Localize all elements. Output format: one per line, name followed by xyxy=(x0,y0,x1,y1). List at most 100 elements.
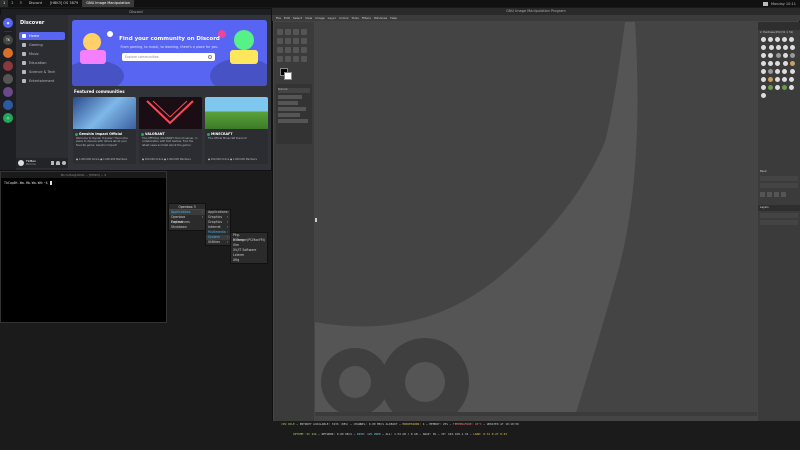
gimp-titlebar[interactable]: GNU Image Manipulation Program xyxy=(272,8,800,15)
transform-icon[interactable] xyxy=(277,38,283,44)
task-gimp[interactable]: GNU Image Manipulation xyxy=(82,0,134,7)
server-icon-3[interactable] xyxy=(3,61,13,71)
nav-gaming[interactable]: Gaming xyxy=(19,41,65,49)
layer-mode-dropdown[interactable] xyxy=(760,213,798,218)
brush-spacing-slider[interactable] xyxy=(760,176,798,181)
zoom-icon[interactable] xyxy=(301,56,307,62)
headphones-icon[interactable] xyxy=(56,161,60,165)
paintbrush-icon[interactable] xyxy=(293,47,299,53)
fuzzy-select-icon[interactable] xyxy=(293,38,299,44)
server-icon-2[interactable] xyxy=(3,48,13,58)
menu-tools[interactable]: Tools xyxy=(351,16,358,20)
discord-home-icon[interactable]: ◉ xyxy=(3,18,13,28)
nav-music[interactable]: Music xyxy=(19,50,65,58)
brush-grid[interactable] xyxy=(758,35,800,101)
menu-edit[interactable]: Edit xyxy=(284,16,290,20)
community-card-genshin[interactable]: Genshin Impact Official Welcome to Teyva… xyxy=(73,97,136,164)
nav-entertainment[interactable]: Entertainment xyxy=(19,77,65,85)
education-icon xyxy=(22,61,26,65)
canvas-resize-handle[interactable] xyxy=(315,218,317,222)
gimp-canvas[interactable] xyxy=(315,22,757,416)
option-row[interactable] xyxy=(278,107,306,111)
avatar[interactable] xyxy=(18,160,24,166)
terminal-window[interactable]: MicroHal@4000 ~ [MHK3] ~ $ TkCopBt-Wa-Hb… xyxy=(0,171,167,323)
option-row[interactable] xyxy=(278,101,298,105)
layers-tab[interactable]: Layers xyxy=(758,205,800,211)
explore-servers-icon[interactable]: ◎ xyxy=(3,113,13,123)
dodge-icon[interactable] xyxy=(293,56,299,62)
system-status-line-2: UPTIME: 5h 22m ~ NETWORK: 0.00 KB/S ~ DI… xyxy=(0,431,800,438)
user-panel: TkMan Online xyxy=(16,158,68,168)
color-swatches[interactable] xyxy=(280,68,308,80)
workspace-2[interactable]: 2 xyxy=(8,0,16,7)
menu-select[interactable]: Select xyxy=(293,16,302,20)
user-status: Online xyxy=(26,162,36,166)
server-icon-4[interactable] xyxy=(3,74,13,84)
card-banner xyxy=(139,97,202,129)
menu-view[interactable]: View xyxy=(305,16,312,20)
text-tool-icon[interactable] xyxy=(277,47,283,53)
openbox-root-menu: Openbox 3 Applications › Openbox Preferen… xyxy=(168,203,206,231)
menu-image[interactable]: Image xyxy=(315,16,324,20)
duplicate-brush-icon[interactable] xyxy=(774,192,779,197)
menu-colors[interactable]: Colors xyxy=(339,16,348,20)
warp-icon[interactable] xyxy=(285,38,291,44)
home-icon xyxy=(22,34,26,38)
tray: Monday 10:11 xyxy=(762,1,800,6)
workspace-3[interactable]: 3 xyxy=(16,0,24,7)
community-card-minecraft[interactable]: MINECRAFT The official Minecraft Discord… xyxy=(205,97,268,164)
menu-filters[interactable]: Filters xyxy=(362,16,371,20)
explore-search-input[interactable]: Explore communities xyxy=(122,53,215,61)
mic-icon[interactable] xyxy=(51,161,54,165)
brush-category[interactable]: Basic xyxy=(758,169,800,174)
system-item[interactable]: Xfig xyxy=(231,258,267,263)
smudge-icon[interactable] xyxy=(285,56,291,62)
menu-windows[interactable]: Windows xyxy=(374,16,387,20)
rect-select-icon[interactable] xyxy=(285,29,291,35)
dock-tabs[interactable] xyxy=(758,22,800,30)
nav-education[interactable]: Education xyxy=(19,59,65,67)
mode-dropdown[interactable]: Normal xyxy=(278,88,310,93)
menu-item-shutdown[interactable]: Shutdown xyxy=(169,225,205,230)
move-tool-icon[interactable] xyxy=(277,29,283,35)
new-brush-icon[interactable] xyxy=(767,192,772,197)
delete-brush-icon[interactable] xyxy=(781,192,786,197)
opacity-slider[interactable] xyxy=(760,220,798,225)
eraser-icon[interactable] xyxy=(301,47,307,53)
gimp-dock: 2. Hardness 050 (51 × 51) Basic Layers xyxy=(758,22,800,422)
menu-help[interactable]: Help xyxy=(390,16,397,20)
submenu-item[interactable]: Utilities › xyxy=(206,240,230,245)
system-status-line-1: CPU IDLE ~ ENTROPY AVAILABLE: 3236 (98%)… xyxy=(0,421,800,428)
nav-science-tech[interactable]: Science & Tech xyxy=(19,68,65,76)
server-icon-1[interactable]: TK xyxy=(3,35,13,45)
clone-icon[interactable] xyxy=(277,56,283,62)
task-terminal[interactable]: [HBK3] OS 3879 xyxy=(46,0,82,7)
system-submenu: Pkg-Manager(PCManFM) X Term Vim XV/IT So… xyxy=(230,232,268,264)
server-icon-5[interactable] xyxy=(3,87,13,97)
edit-brush-icon[interactable] xyxy=(760,192,765,197)
brush-buttons xyxy=(758,190,800,199)
workspace-1[interactable]: 1 xyxy=(0,0,9,7)
bucket-fill-icon[interactable] xyxy=(285,47,291,53)
bg-color[interactable] xyxy=(284,72,292,80)
option-row[interactable] xyxy=(278,119,308,123)
brush-hardness-slider[interactable] xyxy=(760,183,798,188)
lasso-icon[interactable] xyxy=(293,29,299,35)
settings-icon[interactable] xyxy=(62,161,66,165)
clock[interactable]: Monday 10:11 xyxy=(771,2,796,6)
nav-home[interactable]: Home xyxy=(19,32,65,40)
task-discord[interactable]: Discord xyxy=(25,0,46,7)
gimp-menubar: File Edit Select View Image Layer Colors… xyxy=(272,15,800,21)
option-row[interactable] xyxy=(278,113,300,117)
menu-layer[interactable]: Layer xyxy=(328,16,336,20)
discover-hero: Find your community on Discord From gami… xyxy=(72,20,267,86)
community-card-valorant[interactable]: VALORANT The OFFICIAL VALORANT Discord s… xyxy=(139,97,202,164)
menu-file[interactable]: File xyxy=(276,16,281,20)
option-row[interactable] xyxy=(278,95,302,99)
atom-icon xyxy=(22,70,26,74)
discover-title: Discover xyxy=(20,20,45,26)
server-icon-6[interactable] xyxy=(3,100,13,110)
crop-icon[interactable] xyxy=(301,29,307,35)
volume-icon[interactable] xyxy=(762,1,768,6)
path-icon[interactable] xyxy=(301,38,307,44)
